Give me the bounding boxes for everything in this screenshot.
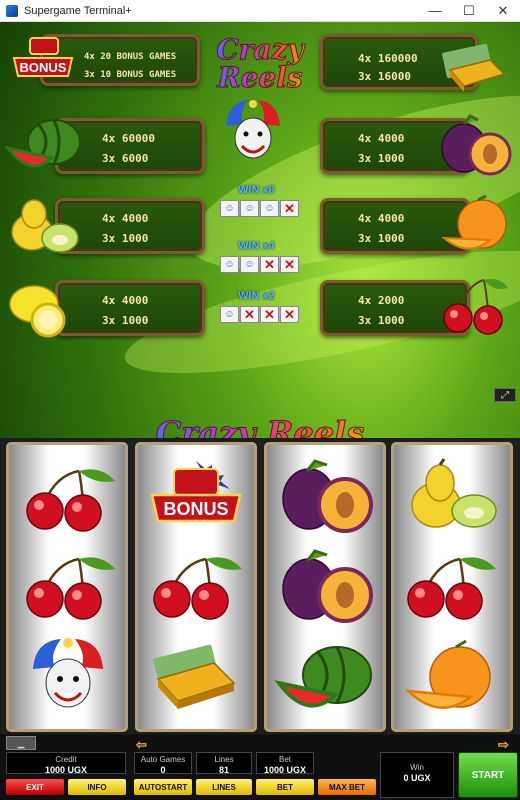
bonus-payout-4x: 4x 20 BONUS GAMES: [84, 52, 177, 62]
cross-mini-icon: ✕: [280, 306, 299, 323]
cherry-payout-4x: 4x 2000: [358, 294, 405, 307]
lemon-payout-4x: 4x 4000: [102, 294, 149, 307]
svg-text:BONUS: BONUS: [163, 499, 228, 519]
reel-4-symbols: [404, 458, 497, 709]
plum-payout-4x: 4x 4000: [358, 132, 405, 145]
joker-mini-icon: ☺: [220, 200, 239, 217]
bet-button[interactable]: BET: [256, 779, 314, 795]
bonus-symbol-icon: BONUS: [12, 37, 74, 77]
win-display: Win 0 UGX: [380, 752, 454, 798]
win-label-x2: WIN x2: [238, 290, 275, 302]
cherry-icon: [153, 557, 242, 620]
arrow-right-icon[interactable]: ⇨: [498, 737, 509, 753]
reel-1-symbols: [26, 469, 115, 708]
joker-mini-icon: ☺: [260, 200, 279, 217]
lemon-payout-3x: 3x 1000: [102, 314, 149, 327]
gold-payout-3x: 3x 16000: [358, 70, 411, 83]
reel-3-symbols: [274, 459, 373, 708]
joker-combo-x8: ☺ ☺ ☺ ✕: [220, 200, 299, 217]
bet-display: Bet 1000 UGX: [256, 752, 314, 775]
win-label: Win: [410, 763, 424, 772]
joker-mini-icon: ☺: [240, 200, 259, 217]
cross-mini-icon: ✕: [280, 200, 299, 217]
max-bet-button[interactable]: MAX BET: [318, 779, 376, 795]
pear-payout-4x: 4x 4000: [102, 212, 149, 225]
arrow-left-icon[interactable]: ⇦: [136, 737, 147, 753]
win-label-x8: WIN x8: [238, 184, 275, 196]
watermelon-icon: [274, 646, 372, 708]
lines-button[interactable]: LINES: [196, 779, 252, 795]
pear-icon: [411, 458, 497, 528]
plum-payout-3x: 3x 1000: [358, 152, 405, 165]
fullscreen-toggle-icon[interactable]: ⤢: [494, 388, 516, 402]
reel-4: [391, 442, 513, 732]
bonus-symbol-icon: BONUS: [150, 461, 242, 523]
plum-icon: [441, 114, 512, 176]
bet-value: 1000 UGX: [263, 765, 307, 775]
credit-display: Credit 1000 UGX: [6, 752, 126, 775]
cherry-payout-3x: 3x 1000: [358, 314, 405, 327]
orange-icon: [404, 639, 491, 709]
cross-mini-icon: ✕: [280, 256, 299, 273]
plum-icon: [282, 549, 373, 623]
pear-icon: [11, 199, 79, 253]
joker-mini-icon: ☺: [220, 256, 239, 273]
crazy-reels-logo-top: Crazy Reels: [205, 35, 315, 92]
bonus-payout-3x: 3x 10 BONUS GAMES: [84, 70, 177, 80]
maximize-button[interactable]: ☐: [452, 0, 486, 22]
cross-mini-icon: ✕: [260, 306, 279, 323]
watermelon-icon: [4, 119, 81, 168]
collapse-panel-icon[interactable]: ▁: [6, 736, 36, 750]
autostart-button[interactable]: AUTOSTART: [134, 779, 192, 795]
joker-icon: [226, 100, 280, 159]
window-title: Supergame Terminal+: [24, 4, 132, 17]
cross-mini-icon: ✕: [260, 256, 279, 273]
auto-games-display: Auto Games 0: [134, 752, 192, 775]
gold-payout-4x: 4x 160000: [358, 52, 418, 65]
app-icon: [6, 4, 18, 17]
window-titlebar: Supergame Terminal+ — ☐ ✕: [0, 0, 520, 22]
reel-2-symbols: BONUS: [150, 461, 242, 709]
joker-combo-x2: ☺ ✕ ✕ ✕: [220, 306, 299, 323]
win-value: 0 UGX: [403, 773, 431, 783]
cherry-icon: [443, 279, 508, 335]
lemon-icon: [9, 285, 66, 338]
gold-bar-icon: [442, 43, 506, 92]
watermelon-payout-4x: 4x 60000: [102, 132, 155, 145]
watermelon-payout-3x: 3x 6000: [102, 152, 149, 165]
reel-3: [264, 442, 386, 732]
lines-value: 81: [218, 765, 229, 775]
reel-2: BONUS: [135, 442, 257, 732]
reel-1: [6, 442, 128, 732]
exit-button[interactable]: EXIT: [6, 779, 64, 795]
minimize-button[interactable]: —: [418, 0, 452, 22]
auto-games-value: 0: [160, 765, 166, 775]
joker-combo-x4: ☺ ☺ ✕ ✕: [220, 256, 299, 273]
credit-value: 1000 UGX: [44, 765, 88, 775]
cherry-icon: [407, 557, 496, 620]
orange-icon: [441, 194, 507, 250]
plum-icon: [282, 459, 373, 533]
svg-text:BONUS: BONUS: [20, 60, 67, 75]
orange-payout-3x: 3x 1000: [358, 232, 405, 245]
orange-payout-4x: 4x 4000: [358, 212, 405, 225]
info-button[interactable]: INFO: [68, 779, 126, 795]
credit-label: Credit: [55, 755, 77, 764]
cherry-icon: [26, 469, 115, 532]
joker-mini-icon: ☺: [240, 256, 259, 273]
cherry-icon: [26, 557, 115, 620]
joker-mini-icon: ☺: [220, 306, 239, 323]
joker-icon: [33, 638, 103, 708]
pear-payout-3x: 3x 1000: [102, 232, 149, 245]
cross-mini-icon: ✕: [240, 306, 259, 323]
gold-bar-icon: [153, 644, 236, 709]
win-label-x4: WIN x4: [238, 240, 275, 252]
bet-label: Bet: [278, 755, 291, 764]
lines-display: Lines 81: [196, 752, 252, 775]
close-button[interactable]: ✕: [486, 0, 520, 22]
start-button[interactable]: START: [458, 752, 518, 798]
auto-games-label: Auto Games: [140, 755, 186, 764]
lines-label: Lines: [214, 755, 234, 764]
